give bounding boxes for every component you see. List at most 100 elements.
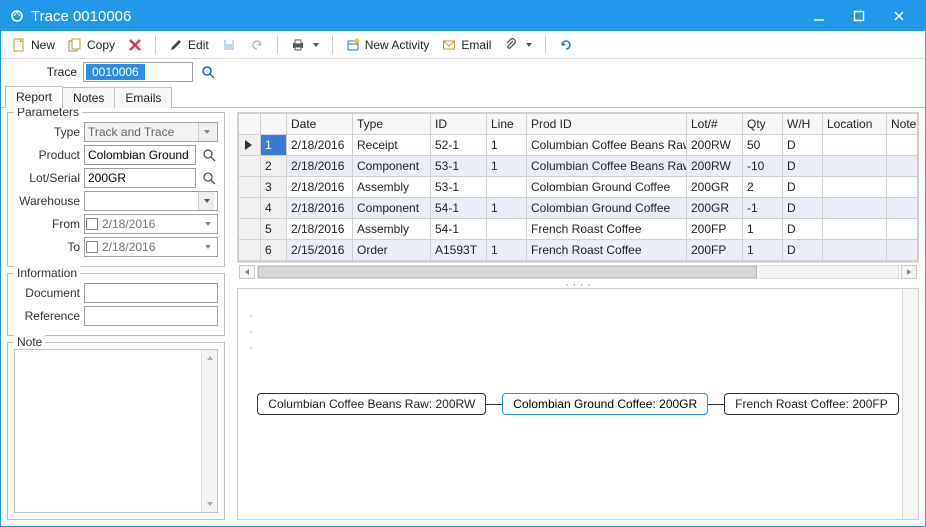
table-cell[interactable]: Component [353, 198, 431, 219]
trace-grid[interactable]: Date Type ID Line Prod ID Lot/# Qty W/H … [237, 112, 919, 262]
table-cell[interactable]: 1 [487, 198, 527, 219]
document-input[interactable] [84, 283, 218, 303]
to-date-checkbox[interactable] [86, 241, 98, 253]
table-cell[interactable]: Colombian Ground Coffee [527, 177, 687, 198]
product-input[interactable] [84, 145, 196, 165]
table-cell[interactable]: 6 [261, 240, 287, 261]
lot-serial-input[interactable] [84, 168, 196, 188]
table-cell[interactable]: 2/18/2016 [287, 135, 353, 156]
scroll-right-icon[interactable] [901, 265, 917, 279]
table-cell[interactable]: -1 [743, 198, 783, 219]
table-cell[interactable] [487, 177, 527, 198]
refresh-button[interactable] [554, 34, 578, 56]
grid-col-type[interactable]: Type [353, 114, 431, 135]
table-cell[interactable]: 1 [743, 219, 783, 240]
table-cell[interactable] [887, 135, 918, 156]
reference-input[interactable] [84, 306, 218, 326]
table-cell[interactable] [823, 240, 887, 261]
table-cell[interactable] [239, 219, 261, 240]
scrollbar-track[interactable] [257, 265, 899, 279]
table-cell[interactable] [823, 156, 887, 177]
table-cell[interactable]: Colombian Ground Coffee [527, 198, 687, 219]
table-cell[interactable]: 2/18/2016 [287, 198, 353, 219]
table-cell[interactable]: 200RW [687, 135, 743, 156]
table-cell[interactable] [239, 198, 261, 219]
table-cell[interactable]: 52-1 [431, 135, 487, 156]
grid-col-selector[interactable] [239, 114, 261, 135]
to-date-input[interactable]: 2/18/2016 [84, 237, 218, 257]
table-cell[interactable]: 2/15/2016 [287, 240, 353, 261]
table-cell[interactable] [239, 156, 261, 177]
table-cell[interactable]: 2/18/2016 [287, 156, 353, 177]
flow-node[interactable]: Columbian Coffee Beans Raw: 200RW [257, 393, 486, 415]
new-activity-button[interactable]: New Activity [341, 34, 434, 56]
table-cell[interactable]: 1 [487, 240, 527, 261]
table-cell[interactable]: 2 [743, 177, 783, 198]
from-date-input[interactable]: 2/18/2016 [84, 214, 218, 234]
table-cell[interactable]: 1 [743, 240, 783, 261]
grid-col-wh[interactable]: W/H [783, 114, 823, 135]
product-lookup-button[interactable] [200, 146, 218, 164]
table-cell[interactable]: Component [353, 156, 431, 177]
table-row[interactable]: 42/18/2016Component54-11Colombian Ground… [239, 198, 918, 219]
table-cell[interactable]: Order [353, 240, 431, 261]
lot-serial-lookup-button[interactable] [200, 169, 218, 187]
new-button[interactable]: New [7, 34, 59, 56]
table-cell[interactable]: Receipt [353, 135, 431, 156]
table-cell[interactable]: 200FP [687, 240, 743, 261]
grid-col-rownum[interactable] [261, 114, 287, 135]
undo-button[interactable] [245, 34, 269, 56]
grid-col-location[interactable]: Location [823, 114, 887, 135]
table-row[interactable]: 12/18/2016Receipt52-11Columbian Coffee B… [239, 135, 918, 156]
email-button[interactable]: Email [437, 34, 495, 56]
note-scrollbar[interactable] [201, 350, 217, 512]
copy-button[interactable]: Copy [63, 34, 119, 56]
tab-report[interactable]: Report [5, 86, 63, 108]
flow-diagram[interactable]: Columbian Coffee Beans Raw: 200RWColombi… [237, 288, 919, 520]
table-cell[interactable] [887, 219, 918, 240]
table-cell[interactable]: 200RW [687, 156, 743, 177]
window-maximize-button[interactable] [839, 2, 879, 30]
table-cell[interactable]: 54-1 [431, 219, 487, 240]
edit-button[interactable]: Edit [164, 34, 213, 56]
window-minimize-button[interactable] [799, 2, 839, 30]
table-cell[interactable] [823, 177, 887, 198]
delete-button[interactable] [123, 34, 147, 56]
flow-scrollbar[interactable] [902, 289, 918, 519]
trace-lookup-button[interactable] [199, 63, 217, 81]
table-cell[interactable]: D [783, 219, 823, 240]
table-cell[interactable]: 2/18/2016 [287, 219, 353, 240]
scrollbar-thumb[interactable] [258, 266, 757, 278]
table-cell[interactable]: 1 [261, 135, 287, 156]
table-cell[interactable]: D [783, 156, 823, 177]
table-cell[interactable]: 1 [487, 156, 527, 177]
table-cell[interactable]: Columbian Coffee Beans Raw [527, 135, 687, 156]
grid-col-lot[interactable]: Lot/# [687, 114, 743, 135]
table-cell[interactable]: 200GR [687, 177, 743, 198]
save-button[interactable] [217, 34, 241, 56]
horizontal-splitter[interactable]: · · · · [237, 280, 919, 288]
grid-col-qty[interactable]: Qty [743, 114, 783, 135]
tab-emails[interactable]: Emails [114, 87, 172, 108]
table-cell[interactable]: 200GR [687, 198, 743, 219]
table-cell[interactable]: D [783, 198, 823, 219]
table-cell[interactable] [239, 135, 261, 156]
table-cell[interactable]: Columbian Coffee Beans Raw [527, 156, 687, 177]
table-cell[interactable] [887, 240, 918, 261]
table-cell[interactable]: -10 [743, 156, 783, 177]
table-row[interactable]: 32/18/2016Assembly53-1Colombian Ground C… [239, 177, 918, 198]
window-close-button[interactable] [879, 2, 919, 30]
table-cell[interactable]: 53-1 [431, 177, 487, 198]
table-cell[interactable]: D [783, 135, 823, 156]
table-cell[interactable]: 1 [487, 135, 527, 156]
scroll-left-icon[interactable] [239, 265, 255, 279]
table-cell[interactable] [887, 156, 918, 177]
from-date-checkbox[interactable] [86, 218, 98, 230]
table-cell[interactable] [487, 219, 527, 240]
table-cell[interactable]: Assembly [353, 177, 431, 198]
table-cell[interactable]: D [783, 177, 823, 198]
grid-col-line[interactable]: Line [487, 114, 527, 135]
table-row[interactable]: 62/15/2016OrderA1593T1French Roast Coffe… [239, 240, 918, 261]
table-cell[interactable]: D [783, 240, 823, 261]
attach-button[interactable] [499, 34, 537, 56]
